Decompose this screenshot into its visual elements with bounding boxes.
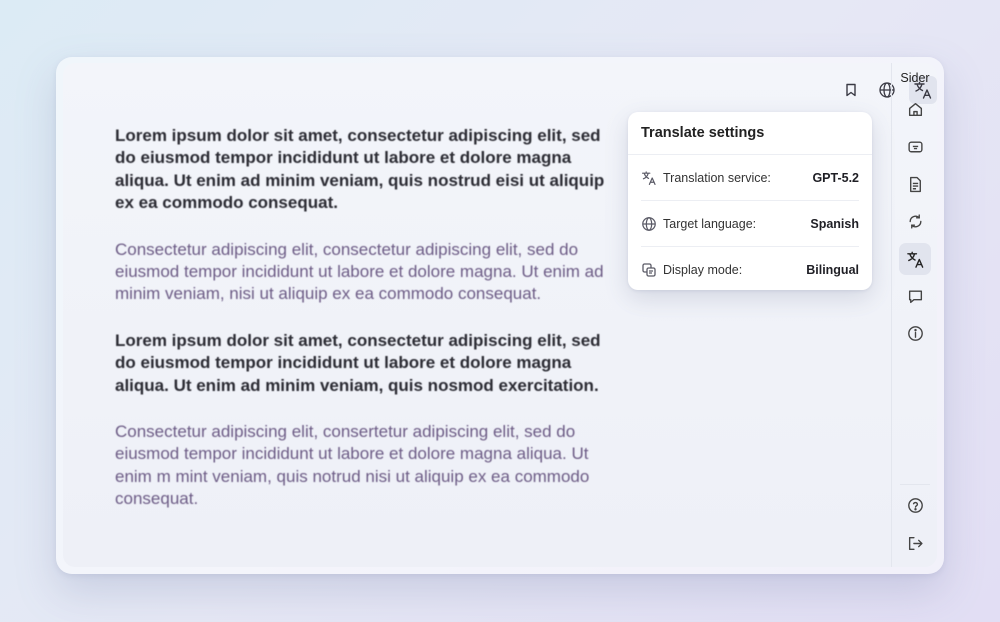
sidebar-item-logout[interactable] <box>899 527 931 559</box>
sidebar-item-info[interactable] <box>899 317 931 349</box>
translate-settings-popover: Translate settings Translation service: … <box>628 112 872 290</box>
reader-content: Lorem ipsum dolor sit amet, consectetur … <box>115 125 605 535</box>
sidebar-item-message[interactable] <box>899 280 931 312</box>
chat-icon <box>907 139 924 156</box>
refresh-icon <box>907 213 924 230</box>
setting-value: Bilingual <box>806 262 859 277</box>
original-paragraph: Lorem ipsum dolor sit amet, consectetur … <box>115 126 605 213</box>
sidebar-item-help[interactable] <box>899 489 931 521</box>
display-mode-row[interactable]: Display mode: Bilingual <box>641 247 859 292</box>
setting-value: GPT-5.2 <box>812 170 859 185</box>
sidebar-title: Sider <box>900 71 930 85</box>
info-icon <box>907 325 924 342</box>
setting-label: Translation service: <box>663 170 771 185</box>
translate-icon <box>906 250 925 269</box>
sider-sidebar: Sider <box>891 63 938 567</box>
sidebar-item-refresh[interactable] <box>899 205 931 237</box>
setting-label: Target language: <box>663 216 757 231</box>
sidebar-item-document[interactable] <box>899 168 931 200</box>
setting-label: Display mode: <box>663 262 743 277</box>
help-icon <box>907 497 924 514</box>
translated-paragraph: Consectetur adipiscing elit, consertetur… <box>115 422 590 509</box>
home-icon <box>907 101 924 118</box>
setting-value: Spanish <box>810 216 859 231</box>
bookmark-button[interactable] <box>837 76 865 104</box>
translated-paragraph: Consectetur adipiscing elit, consectetur… <box>115 239 604 304</box>
bookmark-icon <box>843 82 859 98</box>
original-paragraph: Lorem ipsum dolor sit amet, consectetur … <box>115 330 601 395</box>
display-mode-icon <box>641 262 657 278</box>
sidebar-item-translate[interactable] <box>899 243 931 275</box>
document-icon <box>907 176 924 193</box>
sidebar-item-chat[interactable] <box>899 131 931 163</box>
translation-service-row[interactable]: Translation service: GPT-5.2 <box>641 155 859 201</box>
sidebar-item-home[interactable] <box>899 93 931 125</box>
globe-icon <box>641 216 657 232</box>
sidebar-divider <box>900 484 930 485</box>
message-icon <box>907 288 924 305</box>
target-language-row[interactable]: Target language: Spanish <box>641 201 859 247</box>
translate-icon <box>641 170 657 186</box>
popover-title: Translate settings <box>628 112 872 155</box>
logout-icon <box>907 535 924 552</box>
